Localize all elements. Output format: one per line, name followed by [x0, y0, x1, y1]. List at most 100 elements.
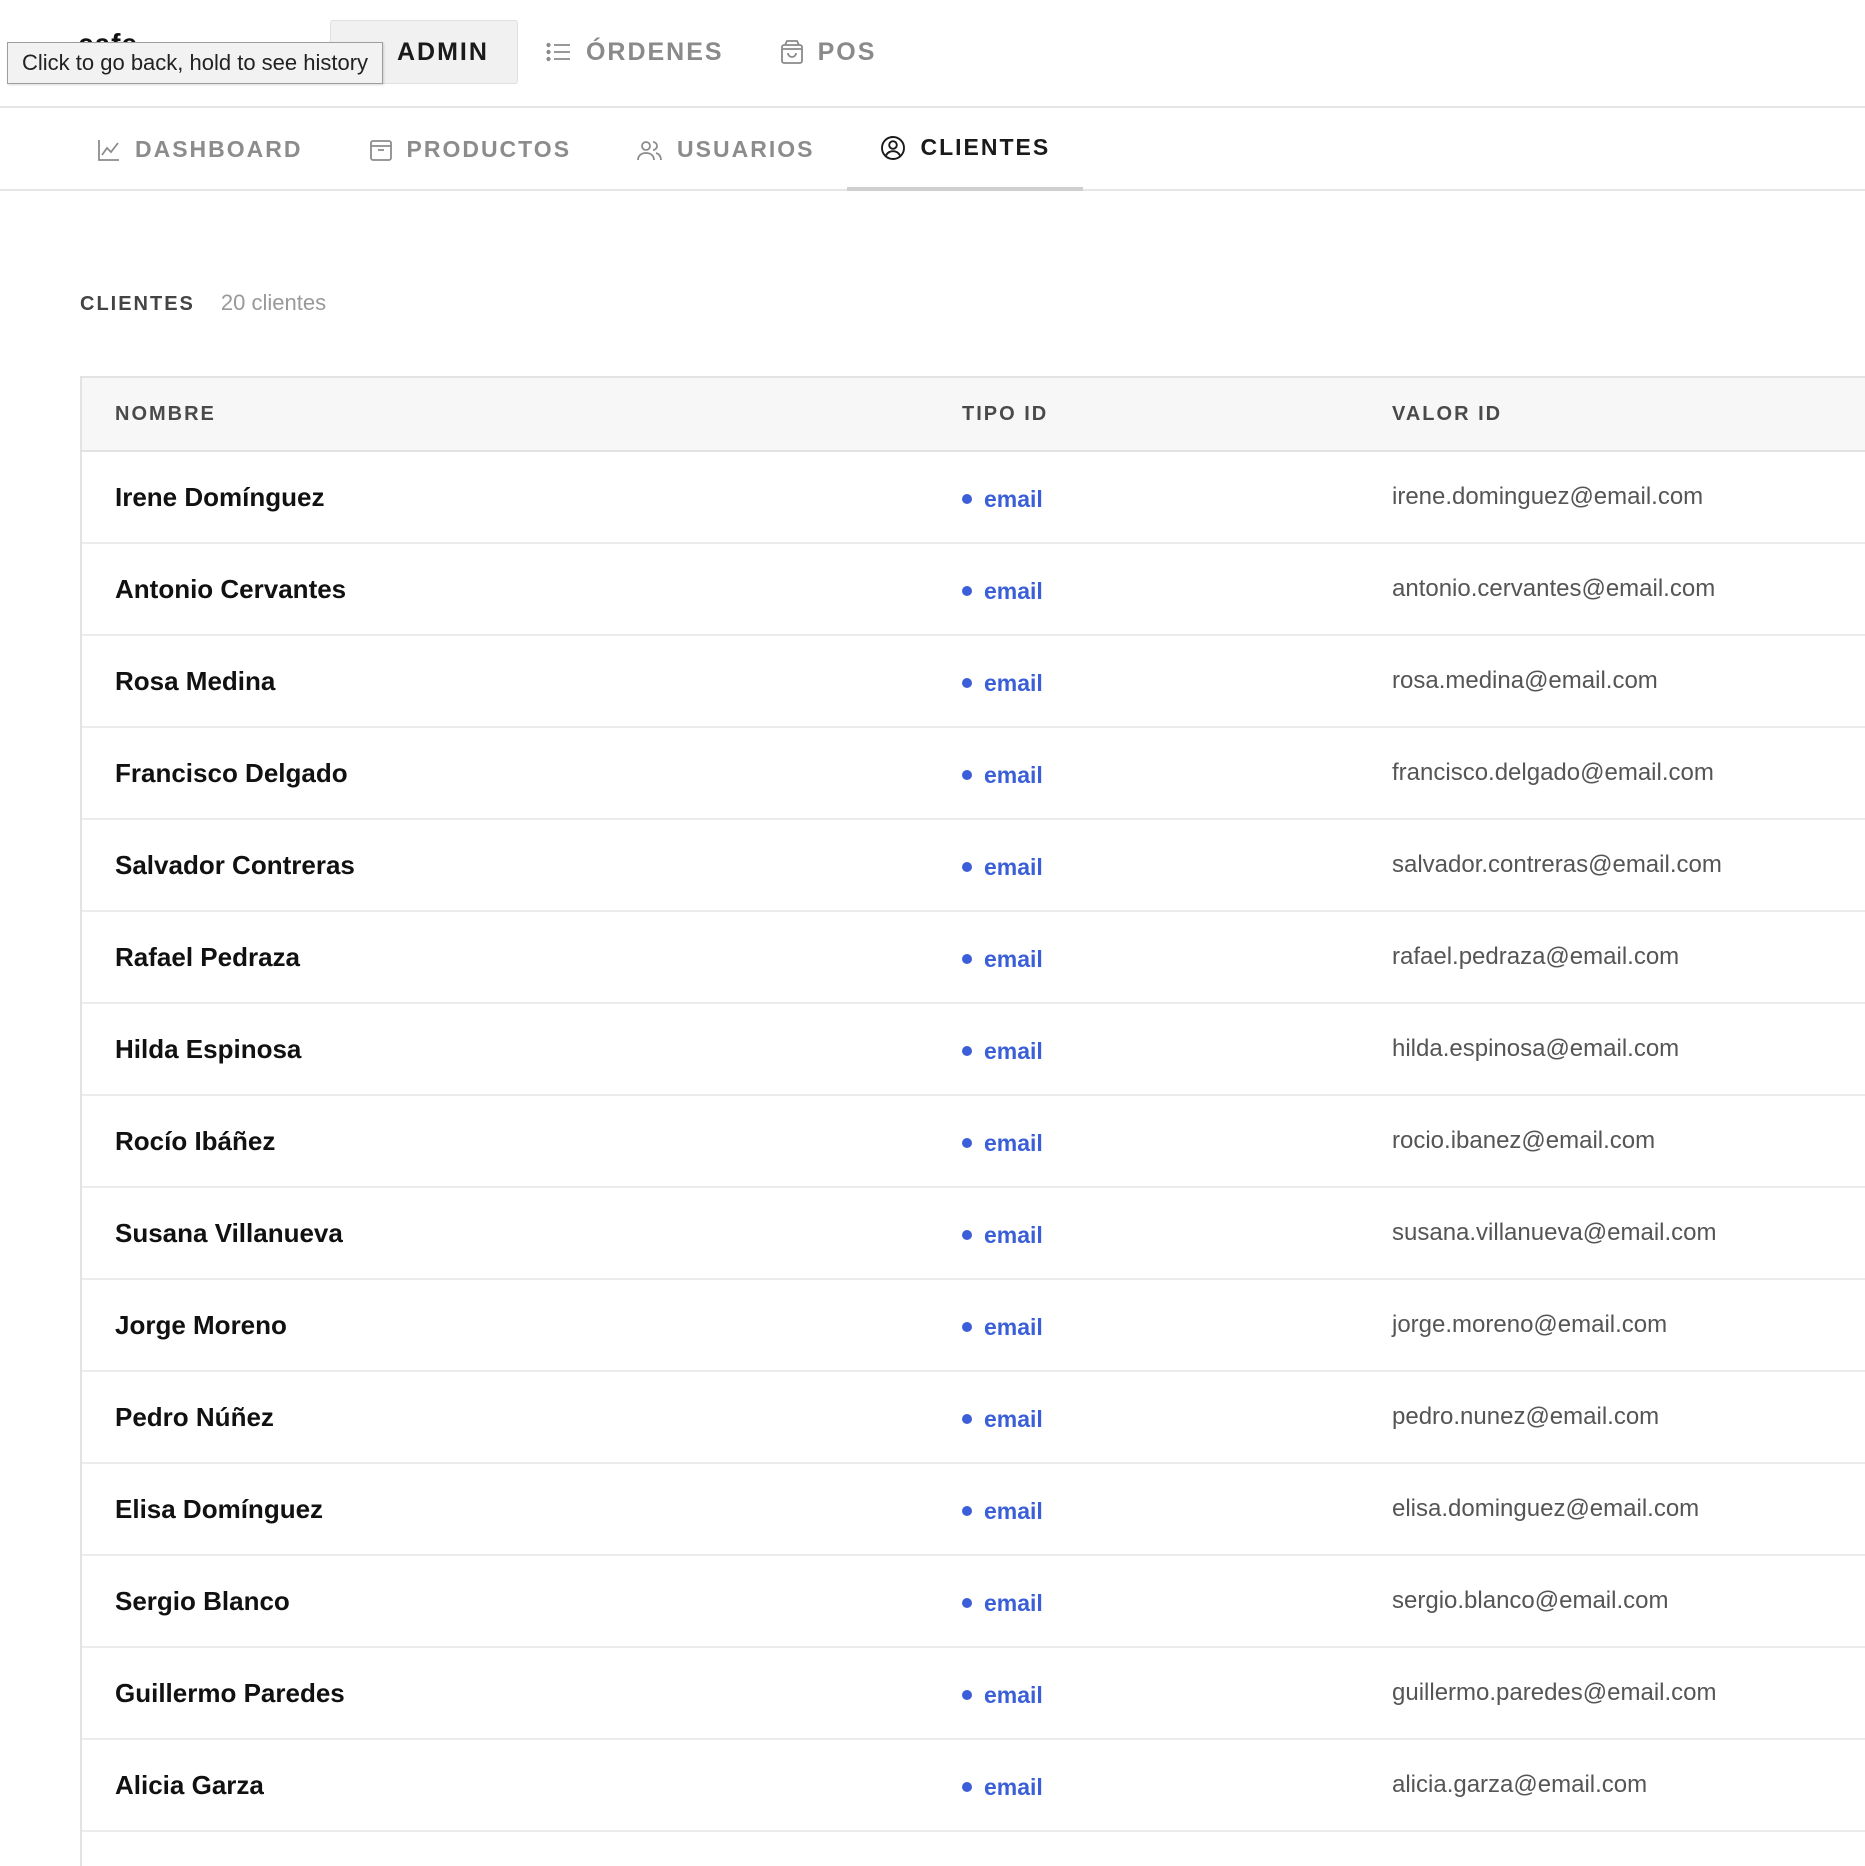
tab-usuarios[interactable]: USUARIOS: [604, 108, 847, 191]
id-type-badge: email: [962, 486, 1043, 513]
table-row[interactable]: Pedro Núñez email pedro.nunez@email.com: [82, 1372, 1865, 1464]
tab-dashboard[interactable]: DASHBOARD: [64, 108, 336, 191]
id-value: susana.villanueva@email.com: [1392, 1219, 1717, 1246]
badge-dot-icon: [962, 1322, 972, 1332]
id-value: pedro.nunez@email.com: [1392, 1403, 1660, 1430]
table-row[interactable]: Francisco Delgado email francisco.delgado@…: [82, 728, 1865, 820]
id-value: jorge.moreno@email.com: [1392, 1311, 1668, 1338]
id-type-badge: email: [962, 670, 1043, 697]
chart-icon: [98, 139, 119, 161]
top-nav-label: POS: [817, 37, 877, 66]
section-title: CLIENTES: [80, 293, 195, 315]
tab-label: CLIENTES: [920, 134, 1051, 160]
table-body: Irene Domínguez email irene.dominguez@emai…: [82, 452, 1865, 1866]
client-name: Jorge Moreno: [115, 1309, 287, 1340]
table-row[interactable]: Nora Castañedaemailnora.castaneda@email.…: [82, 1832, 1865, 1866]
id-type-label: email: [984, 1037, 1043, 1064]
client-name: Antonio Cervantes: [115, 573, 347, 604]
table-row[interactable]: Irene Domínguez email irene.dominguez@emai…: [82, 452, 1865, 544]
client-name: Elisa Domínguez: [115, 1493, 324, 1524]
badge-dot-icon: [962, 1414, 972, 1424]
id-type-badge: email: [962, 1130, 1043, 1157]
section-header: CLIENTES 20 clientes: [80, 290, 326, 316]
top-nav: ADMIN ÓRDENES POS: [330, 20, 904, 84]
id-type-badge: email: [962, 1038, 1043, 1065]
id-type-badge: email: [962, 1314, 1043, 1341]
table-row[interactable]: Alicia Garza email alicia.garza@email.com: [82, 1740, 1865, 1832]
id-value: salvador.contreras@email.com: [1392, 851, 1722, 878]
id-type-label: email: [984, 761, 1043, 788]
id-type-label: email: [984, 485, 1043, 512]
top-nav-ordenes[interactable]: ÓRDENES: [518, 20, 752, 84]
top-bar: cafe ADMIN ÓRDENES POS: [0, 0, 1865, 108]
column-header-tipo-id: TIPO ID: [962, 402, 1049, 425]
client-name: Susana Villanueva: [115, 1217, 343, 1248]
table-row[interactable]: Hilda Espinosa email hilda.espinosa@email.…: [82, 1004, 1865, 1096]
id-value: francisco.delgado@email.com: [1392, 759, 1714, 786]
badge-dot-icon: [962, 1046, 972, 1056]
top-nav-pos[interactable]: POS: [752, 20, 905, 84]
id-type-badge: email: [962, 1222, 1043, 1249]
id-type-label: email: [984, 1129, 1043, 1156]
tab-clientes[interactable]: CLIENTES: [847, 108, 1084, 191]
sub-nav: DASHBOARD PRODUCTOS USUARIOS CLIENTES: [0, 108, 1865, 191]
client-name: Pedro Núñez: [115, 1401, 274, 1432]
table-row[interactable]: Rafael Pedraza email rafael.pedraza@email.…: [82, 912, 1865, 1004]
badge-dot-icon: [962, 954, 972, 964]
id-type-label: email: [984, 945, 1043, 972]
badge-dot-icon: [962, 586, 972, 596]
client-name: Hilda Espinosa: [115, 1033, 302, 1064]
table-row[interactable]: Rocío Ibáñez email rocio.ibanez@email.com: [82, 1096, 1865, 1188]
client-name: Alicia Garza: [115, 1769, 264, 1800]
id-type-badge: email: [962, 578, 1043, 605]
list-icon: [546, 42, 570, 62]
id-type-label: email: [984, 1773, 1043, 1800]
top-nav-label: ÓRDENES: [585, 37, 724, 66]
table-row[interactable]: Elisa Domínguez email elisa.dominguez@emai…: [82, 1464, 1865, 1556]
back-button-tooltip: Click to go back, hold to see history: [7, 42, 384, 84]
id-value: rosa.medina@email.com: [1392, 667, 1658, 694]
id-type-label: email: [984, 1221, 1043, 1248]
client-name: Guillermo Paredes: [115, 1677, 345, 1708]
badge-dot-icon: [962, 1230, 972, 1240]
badge-dot-icon: [962, 770, 972, 780]
id-value: antonio.cervantes@email.com: [1392, 575, 1716, 602]
badge-dot-icon: [962, 494, 972, 504]
badge-dot-icon: [962, 1690, 972, 1700]
badge-dot-icon: [962, 862, 972, 872]
column-header-valor-id: VALOR ID: [1392, 402, 1503, 425]
id-type-badge: email: [962, 1682, 1043, 1709]
table-row[interactable]: Susana Villanueva email susana.villanueva@…: [82, 1188, 1865, 1280]
id-type-badge: email: [962, 946, 1043, 973]
badge-dot-icon: [962, 678, 972, 688]
table-row[interactable]: Rosa Medina email rosa.medina@email.com: [82, 636, 1865, 728]
table-row[interactable]: Guillermo Paredes email guillermo.paredes@…: [82, 1648, 1865, 1740]
id-type-badge: email: [962, 762, 1043, 789]
id-type-badge: email: [962, 1590, 1043, 1617]
badge-dot-icon: [962, 1598, 972, 1608]
client-name: Nora Castañeda: [115, 1862, 313, 1866]
table-row[interactable]: Sergio Blanco email sergio.blanco@email.co…: [82, 1556, 1865, 1648]
table-row[interactable]: Salvador Contreras email salvador.contrera…: [82, 820, 1865, 912]
client-name: Salvador Contreras: [115, 849, 355, 880]
id-value: irene.dominguez@email.com: [1392, 483, 1704, 510]
tab-productos[interactable]: PRODUCTOS: [336, 108, 605, 191]
id-value: rafael.pedraza@email.com: [1392, 943, 1680, 970]
client-count: 20 clientes: [220, 290, 327, 315]
id-value: sergio.blanco@email.com: [1392, 1587, 1669, 1614]
id-type-label: email: [984, 1405, 1043, 1432]
id-type-label: email: [984, 1681, 1043, 1708]
table-row[interactable]: Antonio Cervantes email antonio.cervantes@…: [82, 544, 1865, 636]
id-type-badge: email: [962, 1406, 1043, 1433]
id-value: alicia.garza@email.com: [1392, 1771, 1648, 1798]
top-nav-label: ADMIN: [397, 37, 489, 66]
id-type-label: email: [984, 1589, 1043, 1616]
id-type-label: email: [984, 1497, 1043, 1524]
id-type-label: email: [984, 1313, 1043, 1340]
id-value: guillermo.paredes@email.com: [1392, 1679, 1717, 1706]
client-name: Rafael Pedraza: [115, 941, 300, 972]
table-header: NOMBRE TIPO ID VALOR ID: [82, 378, 1865, 452]
clients-table: NOMBRE TIPO ID VALOR ID Irene Domínguez e…: [80, 376, 1865, 1866]
table-row[interactable]: Jorge Moreno email jorge.moreno@email.com: [82, 1280, 1865, 1372]
id-value: rocio.ibanez@email.com: [1392, 1127, 1656, 1154]
